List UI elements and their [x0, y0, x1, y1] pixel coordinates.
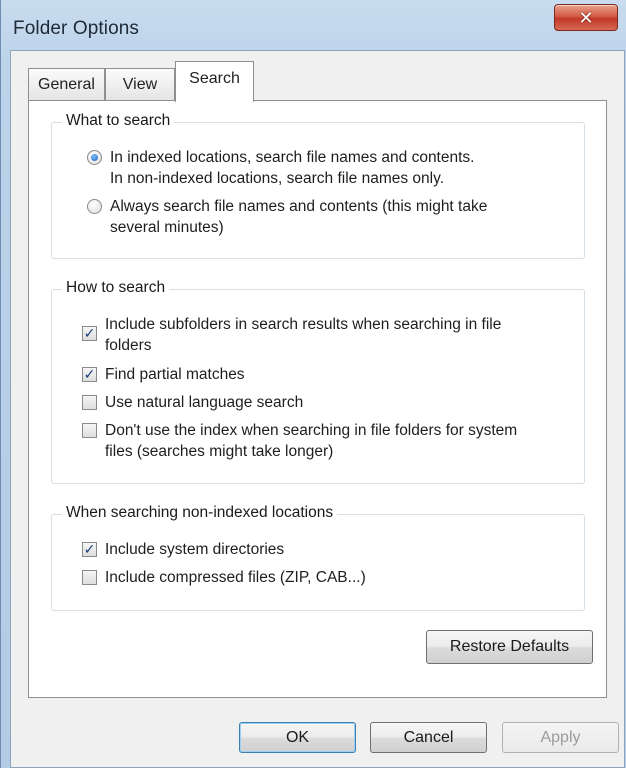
- option-label: several minutes): [110, 219, 224, 236]
- option-label: Include system directories: [105, 541, 285, 558]
- close-button[interactable]: ✕: [554, 4, 618, 31]
- option-label: Find partial matches: [105, 366, 245, 383]
- cancel-button[interactable]: Cancel: [370, 722, 487, 753]
- non-indexed-label: When searching non-indexed locations: [62, 504, 338, 522]
- checkbox-checked-icon[interactable]: ✓: [82, 367, 97, 382]
- option-label: In indexed locations, search file names …: [110, 149, 475, 166]
- option-label: Include subfolders in search results whe…: [105, 316, 502, 333]
- search-tab-page: What to search In indexed locations, sea…: [28, 100, 607, 698]
- checkbox-compressed-files[interactable]: Include compressed files (ZIP, CAB...): [82, 567, 366, 588]
- checkbox-dont-use-index[interactable]: Don't use the index when searching in fi…: [82, 420, 517, 462]
- checkbox[interactable]: [82, 570, 97, 585]
- option-label: Include compressed files (ZIP, CAB...): [105, 569, 366, 586]
- tab-general[interactable]: General: [28, 68, 105, 101]
- tab-view[interactable]: View: [105, 68, 175, 101]
- radio-option-indexed[interactable]: In indexed locations, search file names …: [87, 147, 474, 189]
- checkbox-system-directories[interactable]: ✓ Include system directories: [82, 539, 284, 560]
- what-to-search-group: What to search In indexed locations, sea…: [51, 112, 585, 259]
- checkbox-natural-language[interactable]: Use natural language search: [82, 392, 303, 413]
- what-to-search-label: What to search: [62, 112, 175, 130]
- window-title: Folder Options: [13, 18, 140, 39]
- dialog-body: General View Search What to search In in…: [10, 50, 625, 768]
- option-label: Always search file names and contents (t…: [110, 198, 488, 215]
- radio-button-selected[interactable]: [87, 150, 102, 165]
- non-indexed-group: When searching non-indexed locations ✓ I…: [51, 504, 585, 611]
- tab-search[interactable]: Search: [175, 61, 254, 102]
- restore-defaults-button[interactable]: Restore Defaults: [426, 630, 593, 664]
- close-icon: ✕: [578, 7, 594, 28]
- checkbox-partial-matches[interactable]: ✓ Find partial matches: [82, 364, 245, 385]
- how-to-search-label: How to search: [62, 279, 170, 297]
- option-label: Use natural language search: [105, 394, 304, 411]
- option-label: folders: [105, 337, 152, 354]
- apply-button[interactable]: Apply: [502, 722, 619, 753]
- checkbox-checked-icon[interactable]: ✓: [82, 542, 97, 557]
- option-label: files (searches might take longer): [105, 443, 334, 460]
- ok-button[interactable]: OK: [239, 722, 356, 753]
- folder-options-window: Folder Options ✕ General View Search Wha…: [0, 0, 626, 768]
- checkbox-checked-icon[interactable]: ✓: [82, 326, 97, 341]
- checkbox-include-subfolders[interactable]: ✓ Include subfolders in search results w…: [82, 314, 501, 356]
- title-bar[interactable]: Folder Options ✕: [1, 0, 626, 54]
- option-label: Don't use the index when searching in fi…: [105, 422, 518, 439]
- checkbox[interactable]: [82, 395, 97, 410]
- radio-button[interactable]: [87, 199, 102, 214]
- option-label: In non-indexed locations, search file na…: [110, 170, 445, 187]
- checkbox[interactable]: [82, 423, 97, 438]
- how-to-search-group: How to search ✓ Include subfolders in se…: [51, 279, 585, 484]
- radio-option-always[interactable]: Always search file names and contents (t…: [87, 196, 487, 238]
